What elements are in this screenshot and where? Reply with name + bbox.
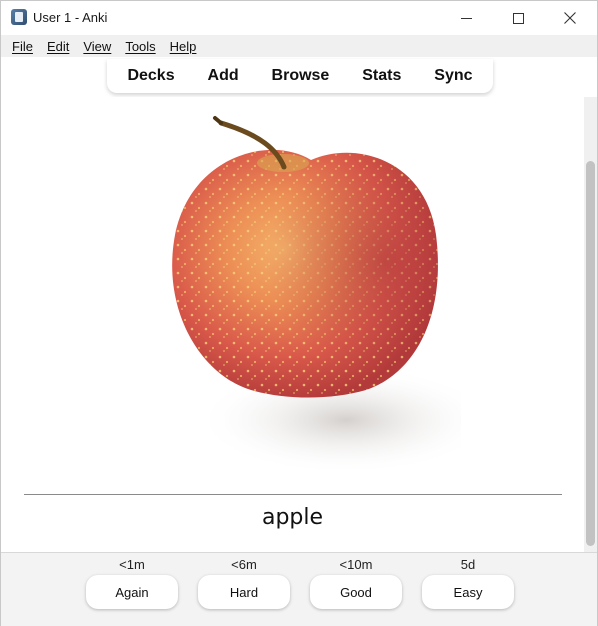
easy-button[interactable]: Easy — [422, 575, 514, 609]
close-button[interactable] — [547, 1, 593, 35]
toolbar-add[interactable]: Add — [202, 67, 245, 85]
toolbar-decks[interactable]: Decks — [121, 67, 180, 85]
answer-bar: <1m Again <6m Hard <10m Good 5d Easy — [1, 552, 597, 626]
menu-edit[interactable]: Edit — [40, 39, 76, 54]
menu-help[interactable]: Help — [163, 39, 204, 54]
title-bar[interactable]: User 1 - Anki — [1, 1, 597, 35]
close-icon — [564, 12, 576, 24]
toolbar-browse[interactable]: Browse — [266, 67, 336, 85]
answer-divider — [24, 494, 562, 495]
hard-interval: <6m — [231, 557, 257, 572]
answer-text: apple — [261, 505, 324, 530]
easy-column: 5d Easy — [422, 553, 514, 609]
hard-column: <6m Hard — [198, 553, 290, 609]
vertical-scrollbar[interactable] — [584, 97, 597, 552]
scrollbar-thumb[interactable] — [586, 161, 595, 546]
maximize-button[interactable] — [495, 1, 541, 35]
window-title: User 1 - Anki — [33, 10, 108, 25]
good-column: <10m Good — [310, 553, 402, 609]
main-toolbar: Decks Add Browse Stats Sync — [107, 59, 493, 93]
good-button[interactable]: Good — [310, 575, 402, 609]
minimize-icon — [460, 17, 472, 19]
good-interval: <10m — [339, 557, 373, 572]
easy-interval: 5d — [460, 557, 476, 572]
menu-tools[interactable]: Tools — [118, 39, 162, 54]
toolbar-sync[interactable]: Sync — [428, 67, 478, 85]
maximize-icon — [512, 12, 524, 24]
anki-app-icon — [11, 9, 27, 25]
menu-view[interactable]: View — [76, 39, 118, 54]
card-view: apple — [1, 97, 584, 552]
minimize-button[interactable] — [443, 1, 489, 35]
again-column: <1m Again — [86, 553, 178, 609]
again-button[interactable]: Again — [86, 575, 178, 609]
again-interval: <1m — [119, 557, 145, 572]
menu-file[interactable]: File — [5, 39, 40, 54]
toolbar-stats[interactable]: Stats — [356, 67, 407, 85]
anki-window: User 1 - Anki File Edit View Tools Help … — [0, 0, 598, 626]
apple-photo — [172, 116, 461, 475]
hard-button[interactable]: Hard — [198, 575, 290, 609]
menu-bar: File Edit View Tools Help — [1, 35, 597, 57]
